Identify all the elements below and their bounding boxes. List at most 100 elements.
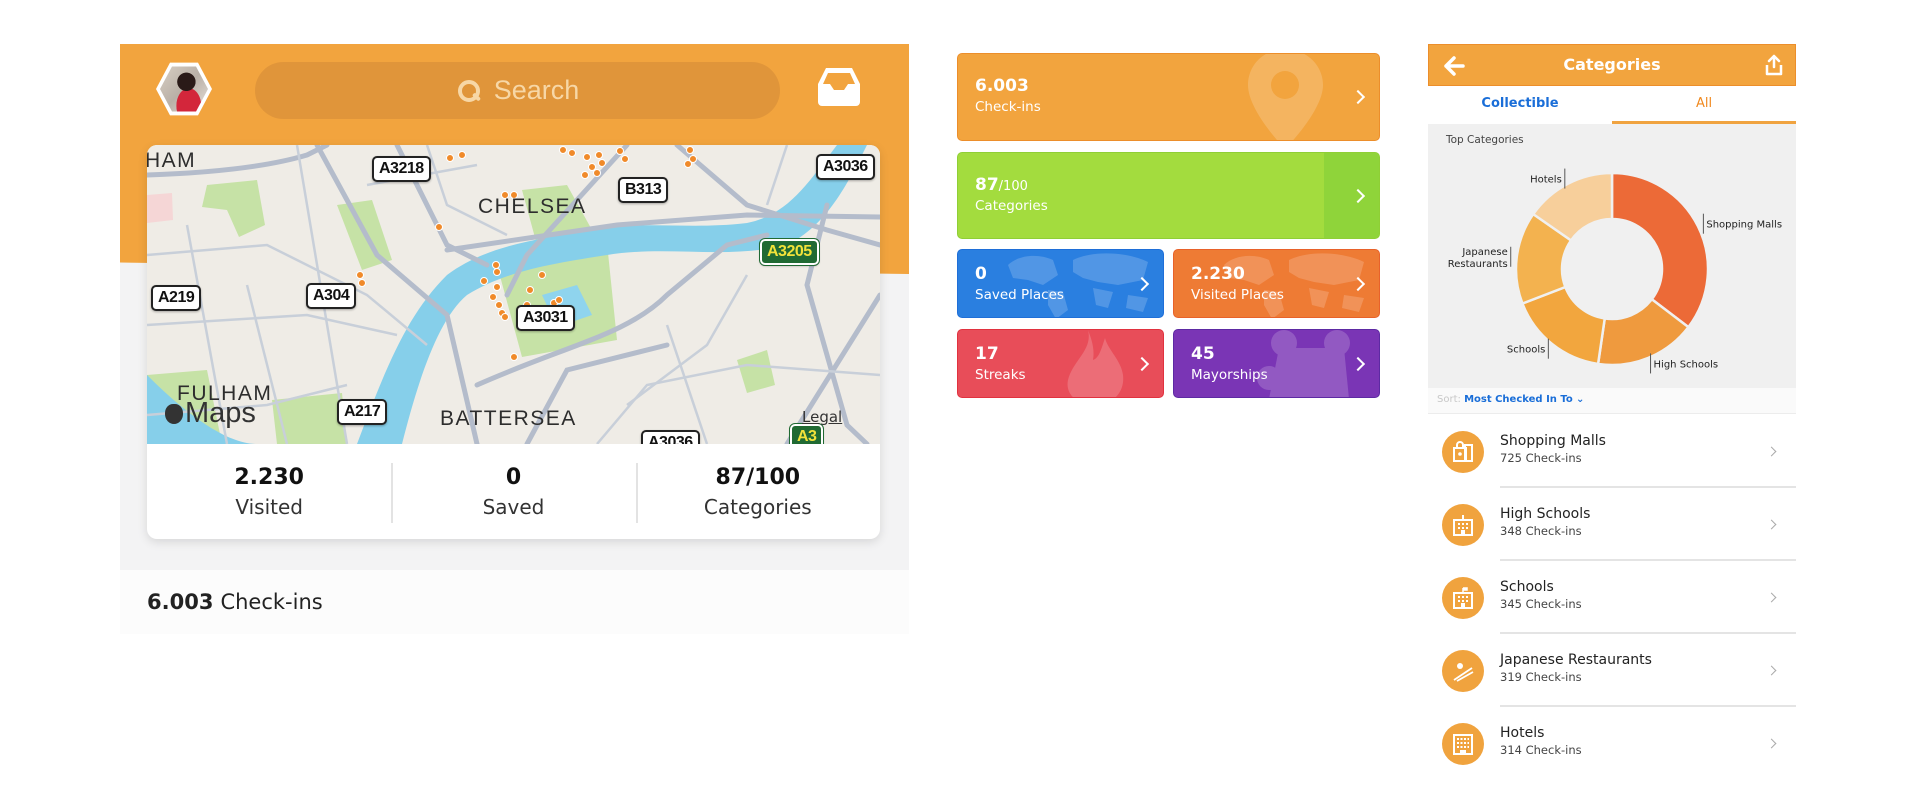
tile-value: 2.230	[1191, 264, 1245, 284]
search-placeholder: Search	[493, 75, 580, 105]
list-item[interactable]: Hotels 314 Check-ins	[1428, 707, 1796, 780]
inbox-icon[interactable]	[816, 64, 862, 108]
shopping-bag-icon	[1442, 431, 1484, 473]
tab-collectible[interactable]: Collectible	[1428, 86, 1612, 124]
sort-value: Most Checked In To	[1464, 394, 1573, 405]
chevron-right-icon	[1134, 356, 1150, 372]
flame-icon	[1067, 330, 1124, 397]
tile-value: 17	[975, 344, 999, 364]
checkins-summary[interactable]: 6.003 Check-ins	[120, 570, 909, 634]
list-item[interactable]: High Schools 348 Check-ins	[1428, 488, 1796, 561]
slice-label: High Schools	[1654, 359, 1719, 370]
district-label: HAM	[147, 149, 197, 172]
donut-chart: Shopping Malls High Schools Schools Japanes…	[1448, 168, 1782, 374]
stat-visited[interactable]: 2.230 Visited	[147, 463, 391, 521]
category-count: 725 Check-ins	[1500, 451, 1582, 465]
stat-label: Categories	[703, 494, 812, 519]
category-tabs: Collectible All	[1428, 86, 1796, 124]
tile-value: 6.003	[975, 76, 1029, 96]
chevron-right-icon	[1766, 446, 1777, 457]
category-count: 314 Check-ins	[1500, 743, 1582, 757]
tile-label: Check-ins	[975, 99, 1041, 115]
category-list: Shopping Malls 725 Check-ins High School…	[1428, 415, 1796, 780]
category-name: Japanese Restaurants	[1500, 652, 1652, 668]
tile-label: Streaks	[975, 367, 1026, 383]
stat-saved[interactable]: 0 Saved	[391, 462, 635, 523]
stat-value: 87/100	[715, 464, 801, 490]
road-label: B313	[618, 177, 669, 203]
school-building-icon	[1442, 577, 1484, 619]
list-item[interactable]: Shopping Malls 725 Check-ins	[1428, 415, 1796, 488]
avatar-photo	[160, 66, 208, 112]
stat-categories[interactable]: 87/100 Categories	[635, 462, 880, 523]
tile-label: Visited Places	[1191, 287, 1284, 303]
category-name: High Schools	[1500, 506, 1591, 522]
apple-icon	[165, 403, 183, 424]
tile-label: Mayorships	[1191, 367, 1268, 383]
road-label: A3218	[372, 156, 431, 182]
apple-maps-logo: Maps	[165, 397, 256, 430]
saved-places-tile[interactable]: 0 Saved Places	[957, 249, 1164, 318]
sort-dropdown[interactable]: Sort: Most Checked In To ⌄	[1428, 388, 1796, 414]
list-item[interactable]: Japanese Restaurants 319 Check-ins	[1428, 634, 1796, 707]
list-item[interactable]: Schools 345 Check-ins	[1428, 561, 1796, 634]
stat-value: 0	[505, 464, 522, 490]
school-building-icon	[1442, 504, 1484, 546]
district-label: BATTERSEA	[440, 407, 577, 430]
road-label: A3205	[759, 238, 820, 266]
tab-all[interactable]: All	[1612, 86, 1796, 124]
tile-label: Categories	[975, 198, 1048, 214]
category-count: 345 Check-ins	[1500, 597, 1582, 611]
maps-attribution: Maps	[185, 397, 256, 429]
category-name: Schools	[1500, 579, 1554, 595]
slice-label: Hotels	[1530, 175, 1562, 186]
category-name: Hotels	[1500, 725, 1545, 741]
streaks-tile[interactable]: 17 Streaks	[957, 329, 1164, 398]
visited-places-tile[interactable]: 2.230 Visited Places	[1173, 249, 1380, 318]
chevron-right-icon	[1766, 519, 1777, 530]
tile-value: 45	[1191, 344, 1215, 364]
location-pin-icon	[1248, 54, 1323, 140]
slice-label: Japanese Restaurants	[1448, 247, 1508, 270]
stat-label: Saved	[482, 494, 545, 519]
category-name: Shopping Malls	[1500, 433, 1606, 449]
slice-label: Schools	[1507, 345, 1545, 356]
mayorships-tile[interactable]: 45 Mayorships	[1173, 329, 1380, 398]
checkins-count: 6.003	[147, 590, 214, 614]
checkins-tile[interactable]: 6.003 Check-ins	[957, 53, 1380, 141]
chevron-right-icon	[1350, 89, 1366, 105]
tile-value: 0	[975, 264, 987, 284]
category-count: 319 Check-ins	[1500, 670, 1582, 684]
road-label: A3036	[641, 430, 700, 444]
district-label: CHELSEA	[478, 195, 587, 218]
road-label: A217	[337, 399, 388, 425]
checkins-label: Check-ins	[220, 590, 323, 614]
tile-value: 87/100	[975, 175, 1028, 195]
stats-row: 2.230 Visited 0 Saved 87/100 Categories	[147, 444, 880, 539]
stat-value: 2.230	[234, 464, 304, 490]
road-label: A3	[788, 423, 825, 444]
chevron-right-icon	[1766, 665, 1777, 676]
categories-tile[interactable]: 87/100 Categories	[957, 152, 1380, 239]
sort-prefix: Sort:	[1437, 394, 1461, 405]
slice-label: Shopping Malls	[1706, 220, 1782, 231]
hotel-icon	[1442, 723, 1484, 765]
share-icon[interactable]	[1764, 54, 1784, 76]
road-label: A304	[306, 283, 357, 309]
legal-link[interactable]: Legal	[802, 408, 842, 426]
search-icon	[456, 78, 482, 104]
search-input[interactable]: Search	[255, 62, 780, 119]
checkins-map[interactable]: HAM CHELSEA FULHAM BATTERSEA A3218 B313 …	[147, 145, 880, 444]
chevron-down-icon: ⌄	[1575, 394, 1585, 405]
chevron-right-icon	[1766, 592, 1777, 603]
road-label: A219	[151, 285, 202, 311]
top-categories-chart: Top Categories Shopping Malls High School…	[1428, 124, 1796, 388]
categories-header: Categories	[1428, 44, 1796, 86]
chopsticks-icon	[1442, 650, 1484, 692]
crown-icon	[1257, 330, 1350, 397]
category-count: 348 Check-ins	[1500, 524, 1582, 538]
categories-screen: Categories Collectible All Top Categorie…	[1428, 44, 1796, 804]
home-screen-panel: Search HAM CHELSEA FULHAM BATTERSEA A321…	[120, 44, 909, 634]
road-label: A3031	[516, 305, 575, 331]
map-card: HAM CHELSEA FULHAM BATTERSEA A3218 B313 …	[147, 145, 880, 539]
